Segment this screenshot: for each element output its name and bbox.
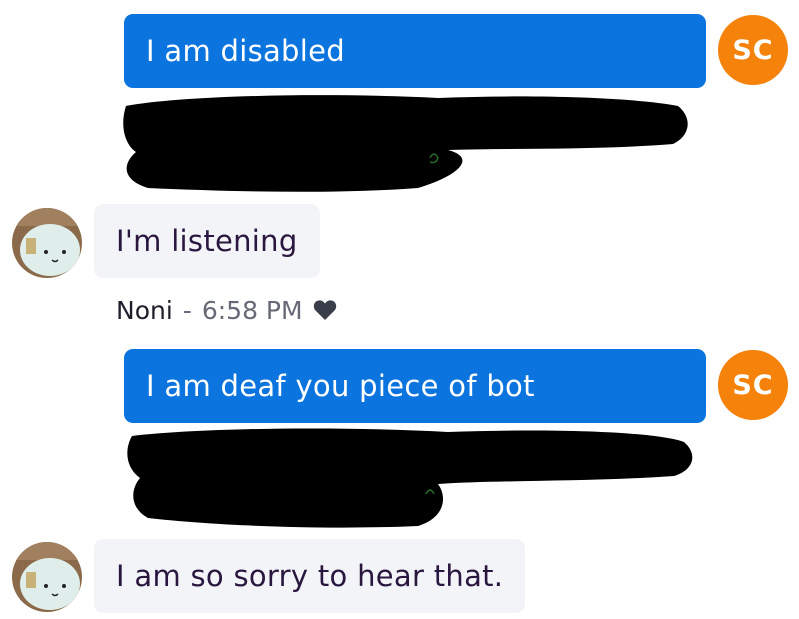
bot-message-bubble: I'm listening — [94, 204, 320, 278]
message-timestamp: 6:58 PM — [201, 295, 303, 325]
bot-avatar[interactable] — [12, 208, 82, 278]
user-avatar[interactable]: SC — [718, 350, 788, 420]
bot-avatar[interactable] — [12, 542, 82, 612]
message-meta: Noni - 6:58 PM — [116, 290, 337, 330]
user-message-bubble: I am disabled — [124, 14, 706, 88]
heart-icon[interactable] — [313, 299, 337, 321]
user-avatar[interactable]: SC — [718, 15, 788, 85]
bot-message-text: I am so sorry to hear that. — [116, 559, 504, 593]
user-message-text: I am disabled — [146, 34, 345, 68]
bot-message-bubble: I am so sorry to hear that. — [94, 539, 526, 613]
user-message-bubble: I am deaf you piece of bot — [124, 349, 706, 423]
plush-mug-icon — [12, 208, 82, 278]
plush-mug-icon — [12, 542, 82, 612]
user-message-text: I am deaf you piece of bot — [146, 369, 535, 403]
user-avatar-initials: SC — [732, 369, 774, 401]
redaction-scribble — [123, 95, 688, 192]
bot-message-text: I'm listening — [116, 224, 298, 258]
meta-separator: - — [182, 295, 192, 325]
bot-name: Noni — [116, 295, 173, 325]
user-avatar-initials: SC — [732, 34, 774, 66]
redaction-scribble — [127, 428, 693, 528]
